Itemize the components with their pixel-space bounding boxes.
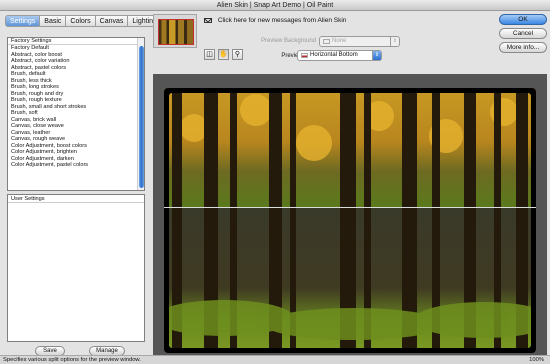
preset-list[interactable]: Factory Settings Factory Default Abstrac… — [7, 37, 145, 191]
preview-image[interactable] — [164, 88, 536, 353]
plugin-window: Settings Basic Colors Canvas Lighting Fa… — [0, 11, 550, 364]
envelope-icon — [204, 17, 212, 23]
preview-background-select[interactable]: None ⇕ — [319, 36, 400, 47]
thumbnail-image[interactable] — [158, 19, 194, 45]
more-info-button[interactable]: More info... — [499, 42, 547, 53]
navigator-thumbnail[interactable] — [153, 14, 197, 48]
preview-pane[interactable] — [153, 74, 547, 364]
tab-basic[interactable]: Basic — [40, 15, 67, 27]
background-swatch — [323, 39, 330, 44]
preview-background-value: None — [332, 38, 347, 44]
tab-bar: Settings Basic Colors Canvas Lighting — [5, 15, 162, 27]
split-view-icon[interactable]: ◫ — [204, 49, 215, 60]
oil-paint-preview — [164, 88, 536, 353]
left-panel: Settings Basic Colors Canvas Lighting Fa… — [5, 15, 162, 356]
message-text[interactable]: Click here for new messages from Alien S… — [218, 17, 347, 24]
preview-split-value: Horizontal Bottom — [310, 52, 358, 58]
hand-icon[interactable]: ✋ — [218, 49, 229, 60]
tab-colors[interactable]: Colors — [66, 15, 96, 27]
split-line[interactable] — [164, 207, 536, 208]
chevron-updown-icon: ⇕ — [372, 51, 381, 60]
window-title: Alien Skin | Snap Art Demo | Oil Paint — [0, 0, 550, 11]
preset-group-header: Factory Settings — [8, 38, 144, 45]
zoom-level: 100% — [529, 357, 544, 363]
tab-settings[interactable]: Settings — [5, 15, 41, 27]
preview-background-label: Preview Background — [260, 38, 316, 44]
status-text: Specifies various split options for the … — [3, 357, 141, 363]
scrollbar-thumb[interactable] — [139, 46, 144, 188]
user-settings-header: User Settings — [8, 195, 144, 203]
user-settings-list[interactable]: User Settings — [7, 194, 145, 342]
status-bar: Specifies various split options for the … — [0, 355, 550, 364]
list-item[interactable]: Color Adjustment, pastel colors — [8, 162, 144, 169]
preset-scrollbar[interactable] — [137, 38, 144, 190]
tab-canvas[interactable]: Canvas — [95, 15, 129, 27]
zoom-icon[interactable]: ⚲ — [232, 49, 243, 60]
preview-split-select[interactable]: Horizontal Bottom ⇕ — [297, 50, 382, 61]
split-swatch — [301, 53, 308, 58]
ok-button[interactable]: OK — [499, 14, 547, 25]
message-link[interactable]: Click here for new messages from Alien S… — [204, 17, 346, 24]
cancel-button[interactable]: Cancel — [499, 28, 547, 39]
chevron-updown-icon: ⇕ — [390, 37, 399, 46]
